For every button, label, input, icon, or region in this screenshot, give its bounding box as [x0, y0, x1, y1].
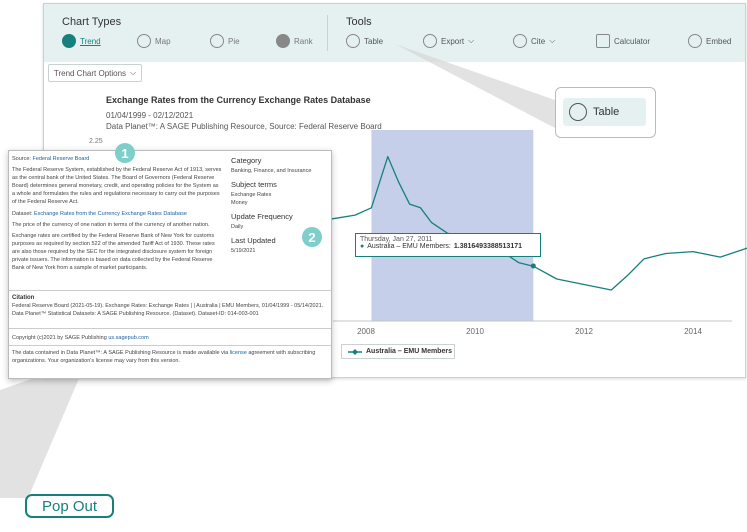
x-tick-label: 2008: [357, 327, 375, 336]
popout-callout-connector: [0, 376, 80, 498]
frequency-heading: Update Frequency: [231, 212, 293, 221]
tooltip-value: 1.3816493388513171: [453, 243, 523, 250]
citation-heading: Citation: [12, 295, 35, 301]
category-value: Banking, Finance, and Insurance: [231, 168, 312, 174]
legend-series-icon: [348, 348, 362, 355]
x-tick-label: 2012: [575, 327, 593, 336]
tooltip-date: Thursday, Jan 27, 2011: [360, 236, 433, 243]
table-callout-connector: [395, 44, 555, 128]
citation-text: Federal Reserve Board (2021-05-19). Exch…: [12, 303, 324, 317]
copyright-section: Copyright (c)2021 by SAGE Publishing us.…: [12, 334, 326, 342]
x-tick-label: 2014: [684, 327, 702, 336]
step-badge-2: 2: [302, 227, 322, 247]
license-text-pre: The data contained in Data Planet™: A SA…: [12, 350, 229, 356]
dataset-description-1: The price of the currency of one nation …: [12, 222, 210, 228]
subject-value-2: Money: [231, 200, 248, 206]
copyright-text: Copyright (c)2021 by SAGE Publishing: [12, 335, 107, 341]
source-prefix: Source:: [12, 156, 31, 162]
subject-value-1: Exchange Rates: [231, 192, 272, 198]
chart-tooltip: Thursday, Jan 27, 2011 ● Australia – EMU…: [355, 233, 541, 257]
dataset-prefix: Dataset:: [12, 211, 33, 217]
popout-button[interactable]: Pop Out: [25, 494, 114, 518]
dataset-link[interactable]: Exchange Rates from the Currency Exchang…: [34, 211, 187, 217]
license-section: The data contained in Data Planet™: A SA…: [12, 349, 326, 365]
category-heading: Category: [231, 156, 262, 165]
source-link[interactable]: Federal Reserve Board: [33, 156, 90, 162]
copyright-link[interactable]: us.sagepub.com: [108, 335, 148, 341]
source-description: The Federal Reserve System, established …: [12, 167, 222, 205]
hover-point[interactable]: [530, 263, 536, 269]
source-section: Source: Federal Reserve Board The Federa…: [12, 155, 222, 272]
highlight-band: [371, 130, 534, 321]
x-tick-label: 2010: [466, 327, 484, 336]
tooltip-bullet: ●: [360, 243, 365, 250]
table-zoom-button[interactable]: Table: [563, 98, 646, 126]
popup-divider: [9, 345, 331, 346]
tooltip-series-label: Australia – EMU Members:: [367, 243, 451, 250]
citation-section: Citation Federal Reserve Board (2021-05-…: [12, 294, 326, 318]
table-icon: [569, 103, 587, 121]
step-badge-1: 1: [115, 143, 135, 163]
dataset-description-2: Exchange rates are certified by the Fede…: [12, 233, 215, 271]
popout-label: Pop Out: [41, 497, 98, 515]
popup-divider: [9, 290, 331, 291]
license-link[interactable]: license: [230, 350, 247, 356]
popup-divider: [9, 328, 331, 329]
dataset-info-popup: Source: Federal Reserve Board The Federa…: [8, 150, 332, 379]
table-zoom-label: Table: [593, 106, 620, 118]
legend-label: Australia – EMU Members: [366, 348, 452, 355]
chart-legend[interactable]: Australia – EMU Members: [341, 344, 455, 359]
updated-value: 5/19/2021: [231, 248, 256, 254]
subject-heading: Subject terms: [231, 180, 277, 189]
